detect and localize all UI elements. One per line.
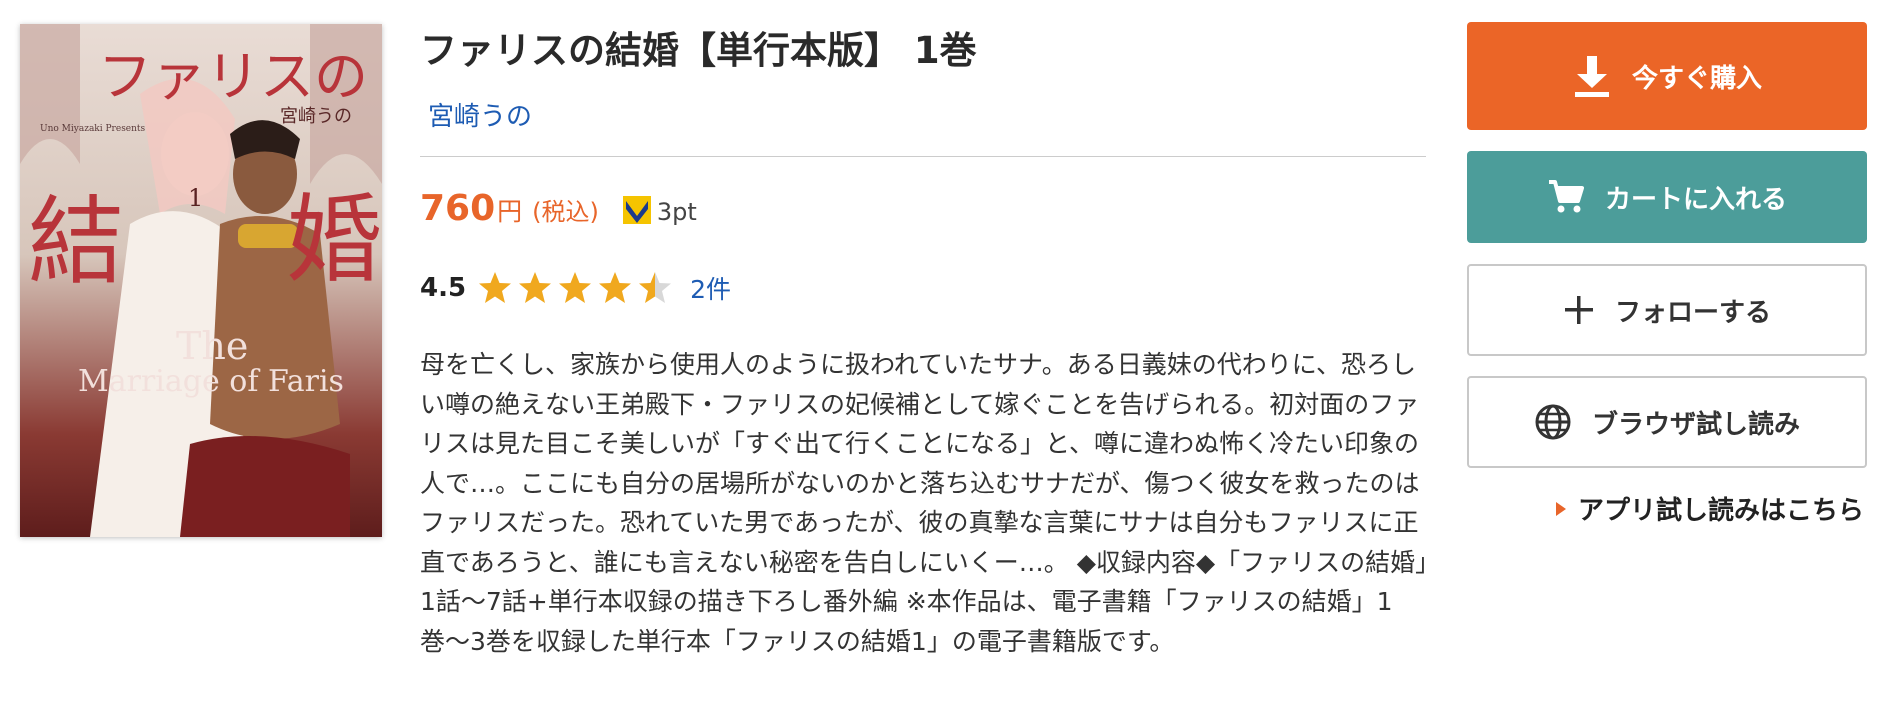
price-amount: 760 (420, 188, 496, 229)
points-icon (622, 196, 651, 228)
cover-image[interactable]: ファリスの Uno Miyazaki Presents 宮崎うの 1 結 婚 T… (20, 24, 382, 537)
review-count-link[interactable]: 2件 (690, 270, 731, 306)
rating-score: 4.5 (420, 273, 467, 303)
rating-stars (476, 270, 676, 306)
divider (420, 156, 1426, 157)
star-icon (599, 272, 632, 303)
cover-title-kanji-left: 結 (28, 186, 124, 298)
product-title: ファリスの結婚【単行本版】 1巻 (420, 29, 977, 72)
product-description: 母を亡くし、家族から使用人のように扱われていたサナ。ある日義妹の代わりに、恐ろし… (420, 350, 1428, 656)
browser-trial-button[interactable]: ブラウザ試し読み (1467, 376, 1867, 468)
buy-now-button[interactable]: 今すぐ購入 (1467, 22, 1867, 130)
add-to-cart-label: カートに入れる (1604, 184, 1787, 215)
cover-english-title-line1: The (176, 324, 249, 368)
plus-icon (1563, 294, 1595, 326)
cover-volume-number: 1 (188, 184, 204, 212)
author-link[interactable]: 宮崎うの (428, 96, 532, 133)
star-icon (479, 272, 512, 303)
price-tax-note: (税込) (532, 198, 599, 226)
cover-title-kanji-right: 婚 (286, 184, 382, 296)
cover-title-text: ファリスの (98, 45, 368, 108)
cart-icon (1547, 179, 1585, 215)
buy-now-label: 今すぐ購入 (1631, 63, 1762, 94)
star-icon (639, 272, 672, 303)
arrow-right-icon (1556, 501, 1566, 516)
cover-presents-text: Uno Miyazaki Presents (40, 124, 146, 134)
follow-button[interactable]: フォローする (1467, 264, 1867, 356)
cover-author-text: 宮崎うの (280, 106, 352, 127)
star-icon (519, 272, 552, 303)
points-value: 3pt (656, 198, 697, 226)
star-icon (559, 272, 592, 303)
follow-label: フォローする (1614, 297, 1771, 328)
price-row: 760 円 (税込) 3pt (420, 188, 697, 229)
cover-english-title-line2: Marriage of Faris (78, 364, 344, 399)
globe-icon (1534, 403, 1572, 441)
rating-row: 4.5 2件 (420, 270, 731, 306)
app-trial-link[interactable]: アプリ試し読みはこちら (1556, 490, 1864, 527)
download-icon (1572, 54, 1612, 98)
add-to-cart-button[interactable]: カートに入れる (1467, 151, 1867, 243)
browser-trial-label: ブラウザ試し読み (1591, 409, 1800, 440)
app-trial-label: アプリ試し読みはこちら (1578, 496, 1865, 526)
price-unit: 円 (497, 197, 523, 226)
